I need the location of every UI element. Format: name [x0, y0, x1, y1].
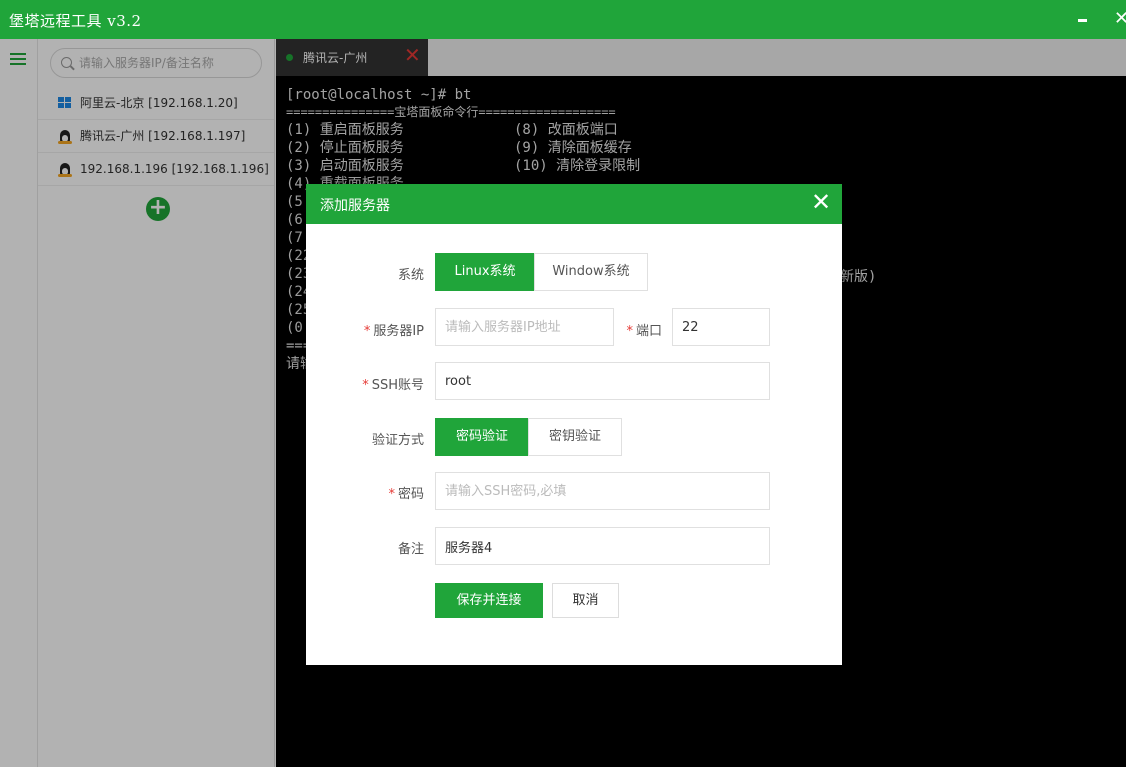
- dialog-title: 添加服务器: [320, 198, 390, 214]
- ssh-account-label: * SSH账号: [362, 378, 424, 393]
- port-input[interactable]: [672, 308, 770, 346]
- password-input[interactable]: [435, 472, 770, 510]
- server-ip-label: * 服务器IP: [363, 324, 424, 339]
- system-label: 系统: [397, 268, 424, 283]
- linux-system-option[interactable]: Linux系统: [435, 253, 535, 291]
- key-auth-option[interactable]: 密钥验证: [528, 418, 622, 456]
- windows-system-option[interactable]: Window系统: [534, 253, 648, 291]
- password-label: * 密码: [388, 487, 424, 502]
- close-window-button[interactable]: ✕: [1114, 8, 1126, 30]
- title-bar: 堡塔远程工具 v3.2 ✕: [0, 0, 1126, 39]
- save-and-connect-button[interactable]: 保存并连接: [435, 583, 543, 618]
- note-input[interactable]: [435, 527, 770, 565]
- auth-method-label: 验证方式: [371, 433, 424, 448]
- ssh-account-input[interactable]: [435, 362, 770, 400]
- cancel-button[interactable]: 取消: [552, 583, 619, 618]
- password-auth-option[interactable]: 密码验证: [435, 418, 529, 456]
- dialog-header: 添加服务器 ✕: [306, 184, 842, 224]
- add-server-dialog: 添加服务器 ✕ 系统 Linux系统 Window系统 *服务器IP *端口 *…: [306, 184, 842, 665]
- dialog-close-icon[interactable]: ✕: [811, 188, 831, 216]
- server-ip-input[interactable]: [435, 308, 614, 346]
- port-label: * 端口: [626, 324, 662, 339]
- app-title: 堡塔远程工具 v3.2: [9, 12, 142, 30]
- note-label: 备注: [397, 542, 424, 557]
- minimize-icon: [1078, 19, 1087, 22]
